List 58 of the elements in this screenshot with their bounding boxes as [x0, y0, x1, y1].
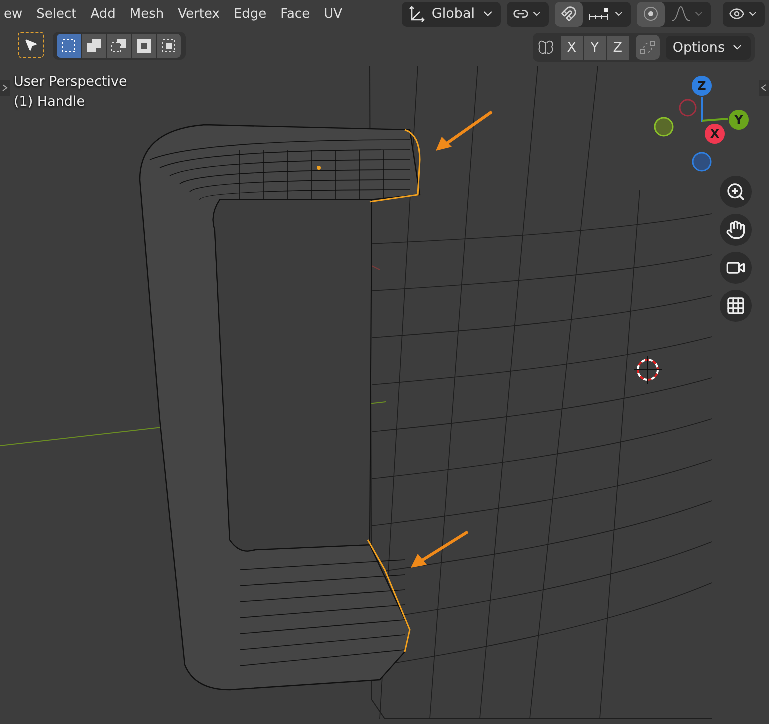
zoom-icon[interactable]	[720, 176, 752, 208]
chevron-left-icon	[761, 84, 767, 92]
axis-gizmo-label[interactable]: Z	[692, 76, 712, 96]
dashed-square-icon	[62, 40, 76, 52]
options-dropdown[interactable]: Options	[666, 36, 751, 60]
menu-item[interactable]: ew	[0, 6, 30, 22]
proportional-edit-toggle[interactable]	[637, 2, 665, 26]
intersect-squares-icon	[162, 40, 176, 52]
snap-toggle[interactable]	[555, 2, 583, 26]
axes-icon	[408, 5, 426, 23]
subtract-squares-icon	[112, 39, 126, 52]
grid-icon[interactable]	[720, 290, 752, 322]
axis-gizmo-label[interactable]: Y	[729, 110, 749, 130]
mirror-axis-button[interactable]: Z	[606, 36, 629, 60]
arrow	[411, 530, 469, 568]
auto-merge-button[interactable]	[636, 35, 660, 60]
selection-mode-button[interactable]	[157, 34, 181, 58]
selection-mode-button[interactable]	[57, 34, 81, 58]
selection-mode-button[interactable]	[107, 34, 131, 58]
cursor-icon	[24, 38, 38, 52]
overlapping-squares-icon	[87, 39, 101, 52]
ruler-icon	[589, 7, 611, 21]
curve-icon	[671, 6, 691, 22]
y-axis-line	[702, 118, 728, 122]
menu-item[interactable]: Add	[84, 6, 123, 22]
butterfly-icon	[536, 38, 555, 56]
target-circle-icon	[643, 6, 659, 22]
sidebar-expand-tab[interactable]	[759, 80, 769, 96]
z-axis-line	[701, 97, 703, 122]
3d-cursor-icon	[634, 356, 662, 384]
toolbar-expand-tab[interactable]	[0, 80, 10, 96]
eye-icon	[729, 6, 745, 22]
camera-icon[interactable]	[720, 252, 752, 284]
merge-icon	[640, 40, 656, 56]
menu-item[interactable]: Vertex	[171, 6, 227, 22]
arrow	[436, 110, 493, 151]
mirror-axis-button[interactable]: X	[560, 36, 583, 60]
selection-mode-button[interactable]	[82, 34, 106, 58]
selection-mode-button[interactable]	[132, 34, 156, 58]
menu-item[interactable]: UV	[317, 6, 350, 22]
square-hole-icon	[137, 39, 151, 53]
chevron-right-icon	[2, 84, 8, 92]
hand-icon[interactable]	[720, 214, 752, 246]
transform-orientation-dropdown[interactable]: Global	[402, 2, 501, 26]
select-tool-button[interactable]	[18, 32, 44, 58]
visibility-dropdown[interactable]	[723, 2, 765, 26]
pivot-dropdown[interactable]	[507, 2, 549, 26]
menu-item[interactable]: Select	[30, 6, 84, 22]
magnet-icon	[561, 6, 577, 22]
mirror-axis-button[interactable]: Y	[584, 36, 606, 60]
menu-item[interactable]: Mesh	[122, 6, 172, 22]
negative-axis-circle[interactable]	[654, 117, 674, 137]
view-name: User Perspective	[14, 74, 128, 90]
axis-gizmo-label[interactable]: X	[705, 124, 725, 144]
negative-axis-circle[interactable]	[692, 152, 712, 172]
object-name: (1) Handle	[14, 94, 86, 110]
menu-item[interactable]: Edge	[226, 6, 274, 22]
menu-item[interactable]: Face	[274, 6, 318, 22]
